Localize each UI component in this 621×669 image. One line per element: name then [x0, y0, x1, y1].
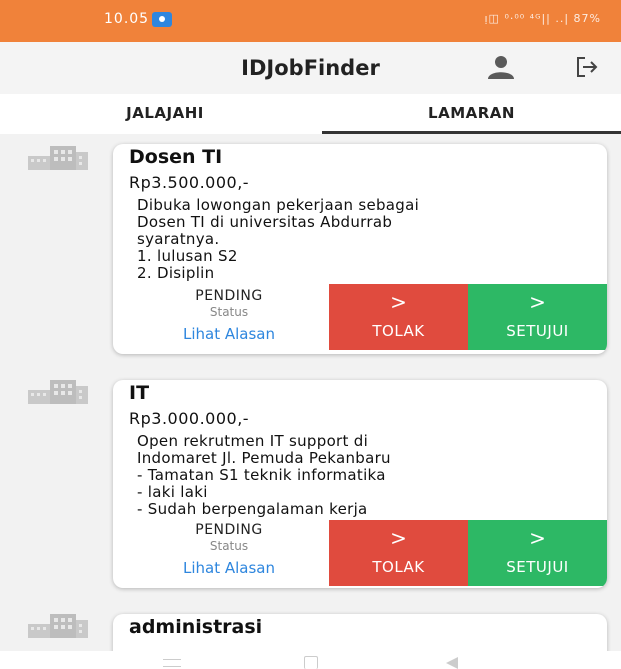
building-icon: [28, 380, 88, 404]
job-title: Dosen TI: [129, 146, 223, 168]
status-indicators: ᴉ◫ ⁰·⁰⁰ ⁴ᴳ|| ..| 87%: [484, 12, 601, 25]
status-block: PENDING Status Lihat Alasan: [129, 288, 329, 343]
job-card[interactable]: IT Rp3.000.000,- Open rekrutmen IT suppo…: [113, 380, 607, 588]
status-value: PENDING: [195, 288, 263, 304]
view-reason-link[interactable]: Lihat Alasan: [129, 559, 329, 577]
job-salary: Rp3.500.000,-: [129, 173, 250, 192]
reject-button[interactable]: > TOLAK: [329, 520, 468, 586]
building-icon: [28, 614, 88, 638]
reject-button[interactable]: > TOLAK: [329, 284, 468, 350]
chevron-right-icon: >: [529, 526, 546, 550]
job-description: Open rekrutmen IT support di Indomaret J…: [137, 432, 391, 518]
chevron-right-icon: >: [390, 290, 407, 314]
status-bar: 10.05 ᴉ◫ ⁰·⁰⁰ ⁴ᴳ|| ..| 87%: [0, 0, 621, 42]
tab-bar: JALAJAHI LAMARAN: [0, 94, 621, 134]
approve-label: SETUJUI: [506, 322, 569, 340]
status-time: 10.05: [104, 11, 150, 27]
tab-jalajahi[interactable]: JALAJAHI: [10, 94, 320, 134]
back-icon[interactable]: [446, 657, 458, 669]
notification-app-icon: [152, 12, 172, 27]
view-reason-link[interactable]: Lihat Alasan: [129, 325, 329, 343]
job-card[interactable]: administrasi: [113, 614, 607, 651]
home-icon[interactable]: [304, 656, 318, 669]
person-icon[interactable]: [487, 55, 515, 79]
job-description: Dibuka lowongan pekerjaan sebagai Dosen …: [137, 196, 420, 282]
job-card[interactable]: Dosen TI Rp3.500.000,- Dibuka lowongan p…: [113, 144, 607, 354]
reject-label: TOLAK: [372, 558, 425, 576]
approve-button[interactable]: > SETUJUI: [468, 520, 607, 586]
status-label: Status: [209, 539, 249, 553]
status-value: PENDING: [195, 522, 263, 538]
status-label: Status: [209, 305, 249, 319]
app-bar: IDJobFinder: [0, 42, 621, 94]
approve-label: SETUJUI: [506, 558, 569, 576]
logout-icon[interactable]: [575, 56, 599, 78]
building-icon: [28, 146, 88, 170]
app-title: IDJobFinder: [241, 56, 380, 80]
system-nav-bar: [0, 651, 621, 669]
approve-button[interactable]: > SETUJUI: [468, 284, 607, 350]
status-block: PENDING Status Lihat Alasan: [129, 522, 329, 577]
chevron-right-icon: >: [529, 290, 546, 314]
job-title: administrasi: [129, 616, 263, 638]
reject-label: TOLAK: [372, 322, 425, 340]
tab-lamaran[interactable]: LAMARAN: [322, 94, 621, 134]
application-list[interactable]: Dosen TI Rp3.500.000,- Dibuka lowongan p…: [0, 134, 621, 651]
recent-apps-icon[interactable]: [163, 659, 181, 667]
chevron-right-icon: >: [390, 526, 407, 550]
job-title: IT: [129, 382, 150, 404]
job-salary: Rp3.000.000,-: [129, 409, 250, 428]
